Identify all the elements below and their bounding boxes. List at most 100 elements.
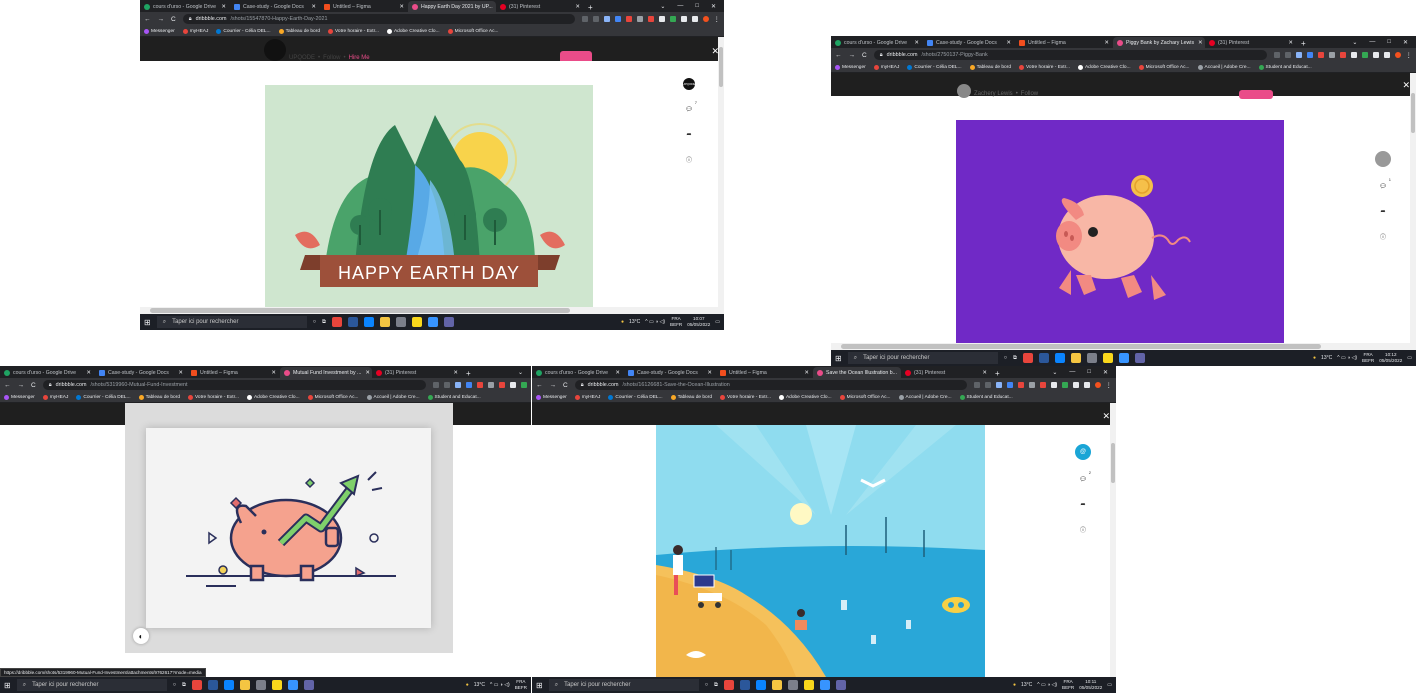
- bookmark[interactable]: Accueil | Adobe Cre...: [366, 394, 420, 400]
- shot-image-mutual-fund[interactable]: [146, 428, 431, 628]
- close-tab-icon[interactable]: ✕: [82, 370, 91, 376]
- bookmark[interactable]: Adobe Creative Clo...: [386, 28, 440, 34]
- forward-icon[interactable]: →: [158, 16, 165, 23]
- app-icon[interactable]: [223, 680, 234, 690]
- bookmark[interactable]: myHEAJ: [873, 64, 899, 70]
- close-modal-icon[interactable]: ✕: [1102, 411, 1110, 422]
- comment-icon[interactable]: 💬︎ 7: [683, 100, 697, 115]
- file-explorer-icon[interactable]: [379, 317, 390, 327]
- bookmark[interactable]: Accueil | Adobe Cre...: [898, 394, 952, 400]
- close-tab-icon[interactable]: ✕: [800, 370, 809, 376]
- extension-icon[interactable]: [625, 16, 632, 22]
- sidepanel-icon[interactable]: [691, 16, 698, 22]
- app-icon[interactable]: [1102, 353, 1113, 363]
- app-icon[interactable]: [1086, 353, 1097, 363]
- address-bar[interactable]: 🔒︎ dribbble.com/shots/16126681-Save-the-O…: [574, 380, 967, 390]
- extension-icon[interactable]: [1317, 52, 1324, 58]
- tray-icons[interactable]: ^ ▭ ◑ ◁): [1037, 682, 1057, 688]
- maximize-button[interactable]: □: [1087, 369, 1091, 375]
- tab-search-button[interactable]: ⌄: [518, 369, 523, 376]
- bookmark[interactable]: Microsoft Office Ac...: [447, 28, 499, 34]
- minimize-button[interactable]: —: [1369, 39, 1375, 45]
- author-badge[interactable]: UPQODE: [683, 78, 696, 90]
- clock[interactable]: 10:11 05/05/2022: [1079, 679, 1102, 691]
- close-tab-icon[interactable]: ✕: [571, 4, 580, 10]
- chrome-icon[interactable]: [1022, 353, 1033, 363]
- tab-search-button[interactable]: ⌄: [660, 3, 665, 10]
- address-bar[interactable]: 🔒︎ dribbble.com/shots/5319960-Mutual-Fund…: [42, 380, 426, 390]
- bookmark[interactable]: Votre horaire - Extr...: [187, 394, 239, 400]
- minimize-button[interactable]: —: [1069, 369, 1075, 375]
- vscode-icon[interactable]: [1118, 353, 1129, 363]
- tab-search-button[interactable]: ⌄: [1352, 39, 1357, 46]
- weather-icon[interactable]: ●: [621, 319, 624, 325]
- shot-image-save-ocean[interactable]: [656, 425, 985, 677]
- tray-icons[interactable]: ^ ▭ ◑ ◁): [645, 319, 665, 325]
- extension-icon[interactable]: [1350, 52, 1357, 58]
- extension-icon[interactable]: [499, 382, 505, 388]
- language-indicator[interactable]: FRA BEFR: [1062, 679, 1074, 691]
- taskbar-search[interactable]: ⌕ Taper ici pour rechercher: [548, 679, 699, 691]
- extension-icon[interactable]: [1028, 382, 1035, 388]
- reload-icon[interactable]: C: [31, 382, 36, 389]
- bookmark[interactable]: myHEAJ: [42, 394, 68, 400]
- tab-active[interactable]: Save the Ocean Illustration b...✕: [813, 367, 901, 378]
- info-icon[interactable]: ⓘ: [683, 153, 695, 165]
- app-icon[interactable]: [1054, 353, 1065, 363]
- menu-icon[interactable]: ⋮: [714, 15, 721, 23]
- app-icon[interactable]: [411, 317, 422, 327]
- reload-icon[interactable]: C: [862, 52, 867, 59]
- task-view-icon[interactable]: ⧉: [1013, 355, 1017, 362]
- info-icon[interactable]: ⓘ: [1077, 523, 1089, 535]
- windows-start-icon[interactable]: ⊞: [536, 681, 543, 690]
- close-tab-icon[interactable]: ✕: [1100, 40, 1109, 46]
- extension-icon[interactable]: [973, 382, 980, 388]
- app-icon[interactable]: [395, 317, 406, 327]
- reload-icon[interactable]: C: [171, 16, 176, 23]
- extension-icon[interactable]: [1017, 382, 1024, 388]
- bookmark[interactable]: Courrier - Célia DEL...: [608, 394, 663, 400]
- minimize-button[interactable]: —: [677, 3, 683, 9]
- share-icon[interactable]: ➦: [1377, 205, 1389, 217]
- extension-icon[interactable]: [658, 16, 665, 22]
- tab-figma[interactable]: Untitled – Figma ✕: [716, 367, 813, 378]
- close-tab-icon[interactable]: ✕: [267, 370, 276, 376]
- maximize-button[interactable]: □: [1387, 39, 1391, 45]
- close-tab-icon[interactable]: ✕: [174, 370, 183, 376]
- tab-pinterest[interactable]: (31) Pinterest ✕: [372, 367, 462, 378]
- extension-icon[interactable]: [1328, 52, 1335, 58]
- bookmark[interactable]: Tableau de bord: [670, 394, 712, 400]
- profile-avatar[interactable]: [702, 16, 709, 22]
- close-tab-icon[interactable]: ✕: [361, 370, 370, 376]
- tab-google-docs[interactable]: Case-study - Google Docs ✕: [230, 1, 320, 12]
- info-icon[interactable]: ⓘ: [1377, 230, 1389, 242]
- extension-icon[interactable]: [1339, 52, 1346, 58]
- share-icon[interactable]: ➦: [683, 128, 695, 140]
- close-tab-icon[interactable]: ✕: [307, 4, 316, 10]
- teams-icon[interactable]: [303, 680, 314, 690]
- app-icon[interactable]: [255, 680, 266, 690]
- app-icon[interactable]: [803, 680, 814, 690]
- close-tab-icon[interactable]: ✕: [978, 370, 987, 376]
- tab-google-drive[interactable]: cours d'urso - Google Drive ✕: [532, 367, 624, 378]
- author-avatar[interactable]: [264, 39, 286, 61]
- task-view-icon[interactable]: ⧉: [714, 682, 718, 689]
- tab-figma[interactable]: Untitled – Figma ✕: [320, 1, 408, 12]
- sidepanel-icon[interactable]: [1383, 52, 1390, 58]
- tab-active[interactable]: Happy Earth Day 2021 by UP...✕: [408, 1, 496, 12]
- close-tab-icon[interactable]: ✕: [1194, 40, 1203, 46]
- windows-start-icon[interactable]: ⊞: [144, 318, 151, 327]
- bookmark[interactable]: Microsoft Office Ac...: [1138, 64, 1190, 70]
- teams-icon[interactable]: [443, 317, 454, 327]
- word-icon[interactable]: [347, 317, 358, 327]
- bookmark[interactable]: Votre horaire - Extr...: [719, 394, 771, 400]
- close-tab-icon[interactable]: ✕: [395, 4, 404, 10]
- tab-google-docs[interactable]: Case-study - Google Docs ✕: [95, 367, 187, 378]
- forward-icon[interactable]: →: [18, 382, 25, 389]
- word-icon[interactable]: [1038, 353, 1049, 363]
- extension-icon[interactable]: [614, 16, 621, 22]
- extension-icon[interactable]: [1039, 382, 1046, 388]
- tab-active[interactable]: Mutual Fund Investment by ... ✕: [280, 367, 372, 378]
- new-tab-button[interactable]: +: [584, 3, 597, 12]
- cortana-icon[interactable]: ○: [705, 682, 708, 688]
